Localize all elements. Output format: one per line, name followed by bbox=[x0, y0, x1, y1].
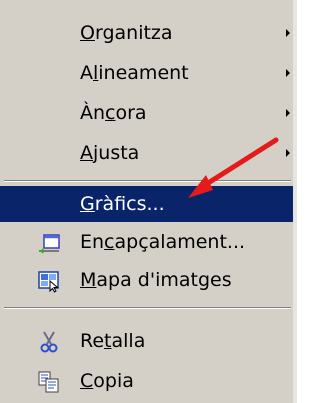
image-map-icon bbox=[37, 269, 61, 293]
menu-item-retalla[interactable]: Retalla bbox=[0, 323, 293, 359]
menu-item-ajusta[interactable]: Ajusta bbox=[0, 135, 293, 171]
menu-item-ancora[interactable]: Àncora bbox=[0, 95, 293, 131]
menu-item-label: Retalla bbox=[80, 330, 146, 352]
menu-item-organitza[interactable]: Organitza bbox=[0, 15, 293, 51]
submenu-arrow-icon bbox=[286, 69, 290, 77]
header-window-icon bbox=[37, 231, 61, 255]
menu-item-label: Àncora bbox=[80, 102, 147, 124]
menu-item-label: Organitza bbox=[80, 22, 173, 44]
menu-item-mapa-imatges[interactable]: Mapa d'imatges bbox=[0, 262, 293, 298]
menu-separator bbox=[4, 307, 291, 309]
menu-item-label: Alineament bbox=[80, 62, 189, 84]
menu-separator bbox=[4, 180, 291, 182]
menu-item-label: Gràfics... bbox=[80, 193, 165, 215]
submenu-arrow-icon bbox=[286, 109, 290, 117]
submenu-arrow-icon bbox=[286, 149, 290, 157]
menu-item-label: Encapçalament... bbox=[80, 231, 246, 253]
scissors-icon bbox=[37, 330, 61, 354]
menu-item-label: Ajusta bbox=[80, 142, 140, 164]
menu-item-label: Mapa d'imatges bbox=[80, 269, 232, 291]
menu-item-encapcalament[interactable]: Encapçalament... bbox=[0, 224, 293, 260]
menu-item-copia[interactable]: Copia bbox=[0, 363, 293, 399]
menu-item-grafics[interactable]: Gràfics... bbox=[0, 186, 293, 222]
menu-item-label: Copia bbox=[80, 370, 134, 392]
copy-icon bbox=[37, 370, 61, 394]
context-menu: Organitza Alineament Àncora Ajusta Gràfi… bbox=[0, 0, 297, 403]
menu-item-alineament[interactable]: Alineament bbox=[0, 55, 293, 91]
submenu-arrow-icon bbox=[286, 29, 290, 37]
